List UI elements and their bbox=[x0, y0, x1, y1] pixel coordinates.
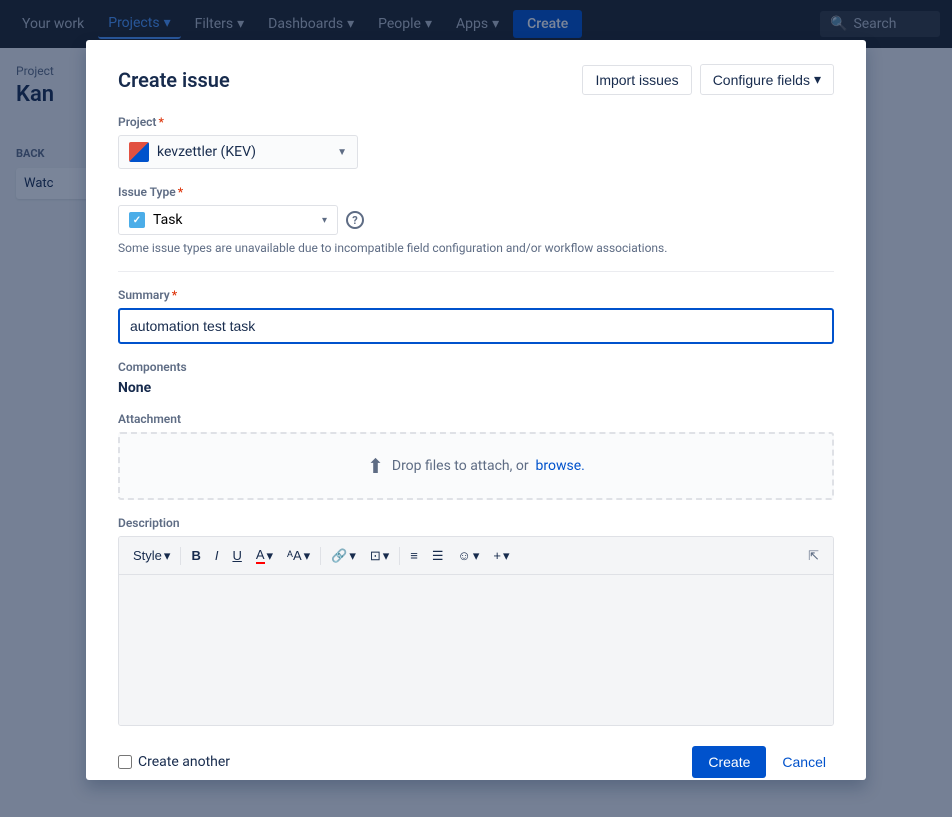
browse-link[interactable]: browse. bbox=[536, 458, 585, 474]
description-editor: Style ▾ B I U A ▾ ᴬA ▾ bbox=[118, 536, 834, 726]
modal-header-actions: Import issues Configure fields ▾ bbox=[582, 64, 834, 95]
project-dropdown-arrow: ▼ bbox=[337, 147, 347, 158]
upload-icon: ⬆ bbox=[367, 454, 384, 478]
project-select[interactable]: kevzettler (KEV) ▼ bbox=[118, 135, 358, 169]
toolbar-more[interactable]: + ▾ bbox=[487, 544, 515, 568]
modal-overlay: Create issue Import issues Configure fie… bbox=[0, 0, 952, 817]
toolbar-bold[interactable]: B bbox=[185, 544, 206, 567]
attachment-label: Attachment bbox=[118, 412, 834, 426]
project-value: kevzettler (KEV) bbox=[157, 144, 256, 160]
create-issue-modal: Create issue Import issues Configure fie… bbox=[86, 40, 866, 780]
chevron-down-icon: ▾ bbox=[473, 548, 480, 564]
project-field-group: Project * kevzettler (KEV) ▼ bbox=[118, 115, 834, 169]
cancel-button[interactable]: Cancel bbox=[774, 746, 834, 778]
toolbar-separator bbox=[320, 547, 321, 565]
toolbar-style[interactable]: Style ▾ bbox=[127, 544, 176, 568]
create-another-row: Create another bbox=[118, 754, 230, 770]
description-body[interactable] bbox=[119, 575, 833, 725]
toolbar-text-color[interactable]: A ▾ bbox=[250, 543, 279, 568]
summary-label: Summary * bbox=[118, 288, 834, 302]
chevron-down-icon: ▾ bbox=[267, 548, 274, 564]
attachment-dropzone[interactable]: ⬆ Drop files to attach, or browse. bbox=[118, 432, 834, 500]
summary-field-group: Summary * bbox=[118, 288, 834, 344]
modal-header: Create issue Import issues Configure fie… bbox=[118, 64, 834, 95]
toolbar-underline[interactable]: U bbox=[226, 544, 247, 567]
modal-title: Create issue bbox=[118, 68, 230, 92]
chevron-down-icon: ▾ bbox=[349, 548, 356, 564]
required-indicator: * bbox=[172, 288, 177, 302]
create-another-label: Create another bbox=[138, 754, 230, 770]
required-indicator: * bbox=[178, 185, 183, 199]
summary-input[interactable] bbox=[118, 308, 834, 344]
toolbar-insert[interactable]: ⊡ ▾ bbox=[364, 544, 395, 568]
toolbar-text-format[interactable]: ᴬA ▾ bbox=[281, 544, 316, 568]
attachment-field-group: Attachment ⬆ Drop files to attach, or br… bbox=[118, 412, 834, 500]
project-label: Project * bbox=[118, 115, 834, 129]
attachment-drop-text: Drop files to attach, or browse. bbox=[392, 458, 585, 474]
issue-type-value: Task bbox=[153, 212, 183, 228]
toolbar-numbered-list[interactable]: ☰ bbox=[426, 544, 450, 568]
toolbar-bullet-list[interactable]: ≡ bbox=[404, 544, 424, 567]
project-icon bbox=[129, 142, 149, 162]
toolbar-link[interactable]: 🔗 ▾ bbox=[325, 544, 362, 568]
issue-type-notice: Some issue types are unavailable due to … bbox=[118, 241, 834, 255]
toolbar-expand[interactable]: ⇱ bbox=[802, 544, 825, 568]
description-field-group: Description Style ▾ B I U A ▾ bbox=[118, 516, 834, 726]
chevron-down-icon: ▾ bbox=[304, 548, 311, 564]
create-button[interactable]: Create bbox=[692, 746, 766, 778]
description-label: Description bbox=[118, 516, 834, 530]
issue-type-field-group: Issue Type * Task ▾ ? Some issue types a… bbox=[118, 185, 834, 255]
issue-type-select[interactable]: Task ▾ bbox=[118, 205, 338, 235]
toolbar-separator bbox=[399, 547, 400, 565]
task-type-icon bbox=[129, 212, 145, 228]
components-label: Components bbox=[118, 360, 834, 374]
required-indicator: * bbox=[158, 115, 163, 129]
issue-type-label: Issue Type * bbox=[118, 185, 834, 199]
editor-toolbar: Style ▾ B I U A ▾ ᴬA ▾ bbox=[119, 537, 833, 575]
create-another-checkbox[interactable] bbox=[118, 755, 132, 769]
toolbar-emoji[interactable]: ☺ ▾ bbox=[452, 544, 486, 568]
components-field-group: Components None bbox=[118, 360, 834, 396]
issue-type-dropdown-arrow: ▾ bbox=[322, 215, 327, 226]
toolbar-separator bbox=[180, 547, 181, 565]
components-value[interactable]: None bbox=[118, 380, 834, 396]
import-issues-button[interactable]: Import issues bbox=[582, 65, 691, 95]
chevron-down-icon: ▾ bbox=[164, 548, 171, 564]
modal-footer: Create another Create Cancel bbox=[118, 746, 834, 778]
toolbar-italic[interactable]: I bbox=[209, 544, 225, 567]
help-icon[interactable]: ? bbox=[346, 211, 364, 229]
configure-fields-button[interactable]: Configure fields ▾ bbox=[700, 64, 834, 95]
chevron-down-icon: ▾ bbox=[383, 548, 390, 564]
divider bbox=[118, 271, 834, 272]
chevron-down-icon: ▾ bbox=[503, 548, 510, 564]
chevron-down-icon: ▾ bbox=[814, 71, 821, 88]
